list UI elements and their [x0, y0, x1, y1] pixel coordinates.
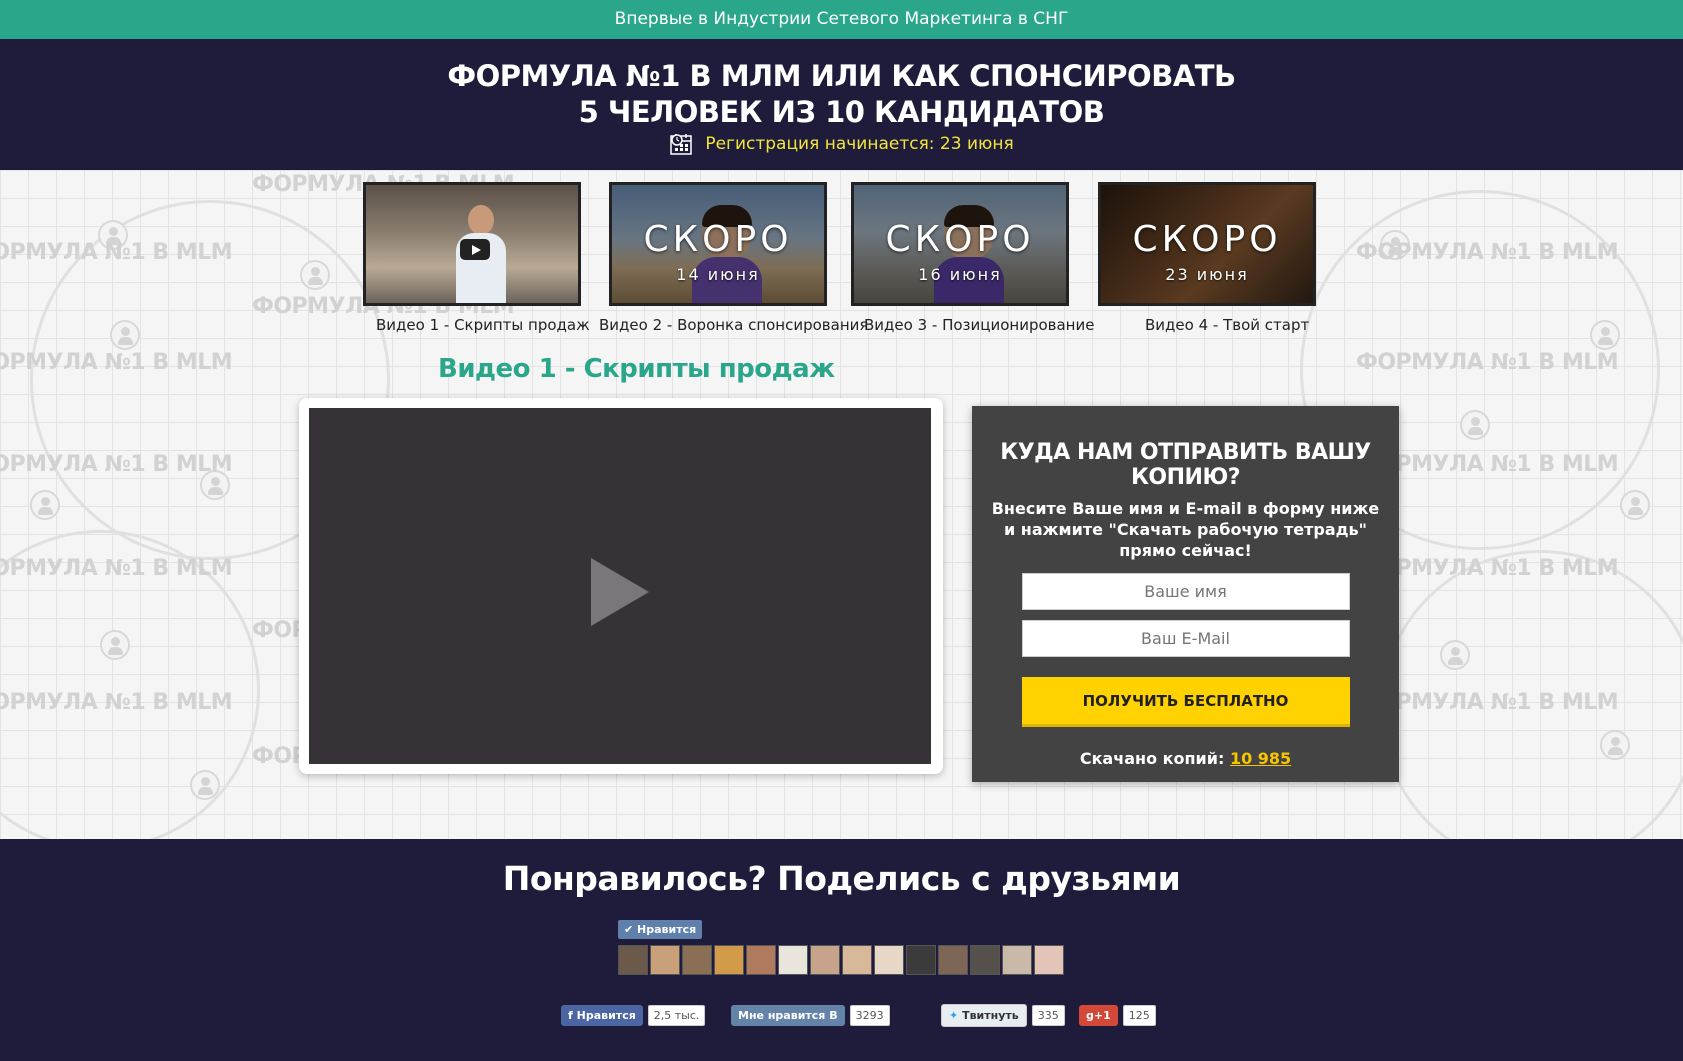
vk-like-label: Мне нравится [738, 1008, 826, 1022]
person-icon [1620, 490, 1650, 520]
video-thumbnail-4[interactable]: СКОРО 23 июня [1098, 182, 1316, 306]
registration-text: Регистрация начинается: 23 июня [705, 134, 1014, 154]
avatar[interactable] [906, 945, 936, 975]
name-input[interactable] [1021, 573, 1350, 610]
top-announcement-bar: Впервые в Индустрии Сетевого Маркетинга … [0, 0, 1683, 39]
watermark: ФОРМУЛА №1 В MLM [0, 556, 233, 581]
video-player-frame [299, 398, 943, 774]
facebook-like-label: Нравится [576, 1008, 636, 1022]
coming-soon-label: СКОРО [1132, 219, 1282, 260]
vk-like-widget-button[interactable]: ✔ Нравится [618, 919, 703, 939]
form-desc-line-1: Внесите Ваше имя и E-mail в форму ниже [991, 499, 1380, 518]
avatar[interactable] [746, 945, 776, 975]
video-label-1[interactable]: Видео 1 - Скрипты продаж [376, 316, 590, 334]
form-desc-line-2: и нажмите "Скачать рабочую тетрадь" [1004, 520, 1367, 539]
form-description: Внесите Ваше имя и E-mail в форму ниже и… [972, 498, 1399, 561]
get-free-button[interactable]: ПОЛУЧИТЬ БЕСПЛАТНО [1021, 677, 1350, 727]
google-plus-share: g+1 125 [1079, 1004, 1156, 1026]
title-line-1: ФОРМУЛА №1 В МЛМ ИЛИ КАК СПОНСИРОВАТЬ [447, 59, 1236, 93]
person-icon [1600, 730, 1630, 760]
page-header: ФОРМУЛА №1 В МЛМ ИЛИ КАК СПОНСИРОВАТЬ 5 … [0, 39, 1683, 170]
avatar[interactable] [650, 945, 680, 975]
coming-soon-date: 23 июня [1165, 265, 1249, 284]
watermark: ФОРМУЛА №1 В MLM [0, 350, 233, 375]
avatar[interactable] [938, 945, 968, 975]
coming-soon-label: СКОРО [885, 219, 1035, 260]
google-plus-icon: g [1086, 1008, 1094, 1022]
coming-soon-label: СКОРО [643, 219, 793, 260]
avatar[interactable] [714, 945, 744, 975]
google-plus-count: 125 [1122, 1004, 1156, 1026]
play-icon [460, 239, 490, 260]
watermark: ФОРМУЛА №1 В MLM [0, 690, 233, 715]
friends-avatars [618, 945, 1064, 975]
video-label-3[interactable]: Видео 3 - Позиционирование [864, 316, 1094, 334]
coming-soon-date: 16 июня [918, 265, 1002, 284]
vk-like-count: 3293 [849, 1004, 890, 1026]
video-thumbnail-3[interactable]: СКОРО 16 июня [851, 182, 1069, 306]
avatar[interactable] [810, 945, 840, 975]
avatar[interactable] [1002, 945, 1032, 975]
person-icon [110, 320, 140, 350]
watermark: ФОРМУЛА №1 В MLM [1356, 240, 1619, 265]
person-icon [100, 630, 130, 660]
video-thumbnail-2[interactable]: СКОРО 14 июня [609, 182, 827, 306]
google-plus-label: +1 [1093, 1008, 1111, 1022]
download-count: Скачано копий: 10 985 [972, 749, 1399, 768]
twitter-share: ✦ Твитнуть 335 [941, 1003, 1065, 1027]
vk-like-widget: ✔ Нравится [618, 919, 703, 939]
vk-like-widget-label: Нравится [637, 922, 697, 936]
avatar[interactable] [1034, 945, 1064, 975]
share-footer: Понравилось? Поделись с друзьями ✔ Нрави… [0, 839, 1683, 1061]
title-line-2: 5 ЧЕЛОВЕК ИЗ 10 КАНДИДАТОВ [578, 95, 1105, 129]
twitter-icon: ✦ [949, 1008, 959, 1022]
download-count-label: Скачано копий: [1079, 749, 1225, 768]
person-icon [1440, 640, 1470, 670]
facebook-like-count: 2,5 тыс. [647, 1004, 706, 1026]
watermark: ФОРМУЛА №1 В MLM [0, 240, 233, 265]
vk-share: Мне нравится В 3293 [731, 1004, 890, 1026]
form-desc-line-3: прямо сейчас! [1119, 541, 1252, 560]
tweet-count: 335 [1031, 1004, 1065, 1026]
registration-info: Регистрация начинается: 23 июня [0, 132, 1683, 156]
facebook-icon: f [568, 1008, 573, 1022]
avatar[interactable] [842, 945, 872, 975]
avatar[interactable] [874, 945, 904, 975]
vk-icon: В [829, 1008, 838, 1022]
download-count-value[interactable]: 10 985 [1230, 749, 1291, 768]
share-title: Понравилось? Поделись с друзьями [502, 859, 1181, 898]
tweet-label: Твитнуть [962, 1008, 1019, 1022]
person-icon [190, 770, 220, 800]
watermark: ФОРМУЛА №1 В MLM [1356, 350, 1619, 375]
person-icon [1460, 410, 1490, 440]
avatar[interactable] [970, 945, 1000, 975]
coming-soon-date: 14 июня [676, 265, 760, 284]
person-icon [30, 490, 60, 520]
current-video-title: Видео 1 - Скрипты продаж [438, 354, 835, 384]
form-heading: КУДА НАМ ОТПРАВИТЬ ВАШУ КОПИЮ? [1000, 440, 1371, 490]
tweet-button[interactable]: ✦ Твитнуть [941, 1003, 1027, 1027]
video-label-4[interactable]: Видео 4 - Твой старт [1145, 316, 1309, 334]
avatar[interactable] [682, 945, 712, 975]
avatar[interactable] [618, 945, 648, 975]
play-icon[interactable] [591, 558, 649, 626]
person-icon [300, 260, 330, 290]
facebook-share: f Нравится 2,5 тыс. [561, 1004, 706, 1026]
facebook-like-button[interactable]: f Нравится [561, 1004, 643, 1026]
signup-form-panel: КУДА НАМ ОТПРАВИТЬ ВАШУ КОПИЮ? Внесите В… [972, 406, 1399, 782]
video-label-2[interactable]: Видео 2 - Воронка спонсирования [599, 316, 868, 334]
page-title: ФОРМУЛА №1 В МЛМ ИЛИ КАК СПОНСИРОВАТЬ 5 … [0, 39, 1683, 130]
google-plus-button[interactable]: g+1 [1079, 1004, 1118, 1026]
person-icon [1590, 320, 1620, 350]
video-player[interactable] [309, 408, 931, 764]
calendar-icon [670, 134, 693, 155]
avatar[interactable] [778, 945, 808, 975]
email-input[interactable] [1021, 620, 1350, 657]
video-thumbnail-1[interactable] [363, 182, 581, 306]
watermark: ФОРМУЛА №1 В MLM [0, 452, 233, 477]
vk-like-button[interactable]: Мне нравится В [731, 1004, 845, 1026]
main-content: ФОРМУЛА №1 В MLM ФОРМУЛА №1 В MLM ФОРМУЛ… [0, 170, 1683, 839]
